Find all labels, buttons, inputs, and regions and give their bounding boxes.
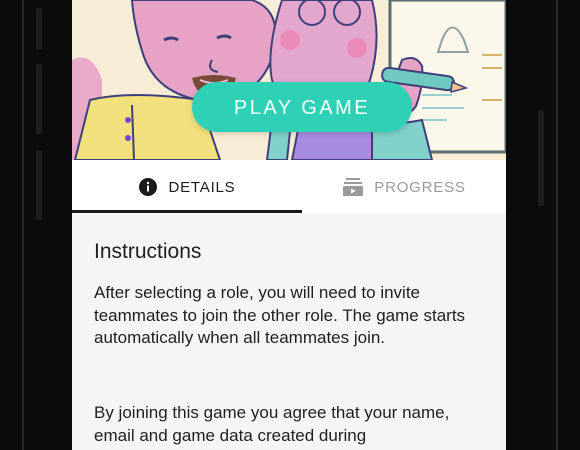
phone-volume-up-button (36, 64, 42, 134)
details-panel: Instructions After selecting a role, you… (72, 214, 506, 450)
phone-volume-down-button (36, 150, 42, 220)
tab-details[interactable]: DETAILS (72, 160, 302, 214)
progress-icon (342, 177, 364, 197)
tab-progress[interactable]: PROGRESS (302, 160, 506, 214)
hero-artwork (72, 0, 506, 160)
tab-details-label: DETAILS (168, 178, 236, 196)
hero-illustration: PLAY GAME (72, 0, 506, 160)
phone-power-button (538, 110, 544, 206)
info-icon (138, 177, 158, 197)
phone-bezel-left (0, 0, 72, 450)
phone-side-button (36, 8, 42, 50)
active-tab-indicator (72, 210, 302, 213)
instructions-paragraph-1: After selecting a role, you will need to… (94, 283, 466, 347)
play-game-button[interactable]: PLAY GAME (192, 82, 412, 132)
phone-bezel-right (506, 0, 580, 450)
tab-bar: DETAILS PROGRESS (72, 160, 506, 215)
instructions-paragraph-2: By joining this game you agree that your… (94, 403, 450, 445)
instructions-title: Instructions (94, 240, 202, 263)
tab-progress-label: PROGRESS (374, 178, 466, 196)
app-screen: PLAY GAME DETAILS PROGRESS Instructions … (72, 0, 506, 450)
